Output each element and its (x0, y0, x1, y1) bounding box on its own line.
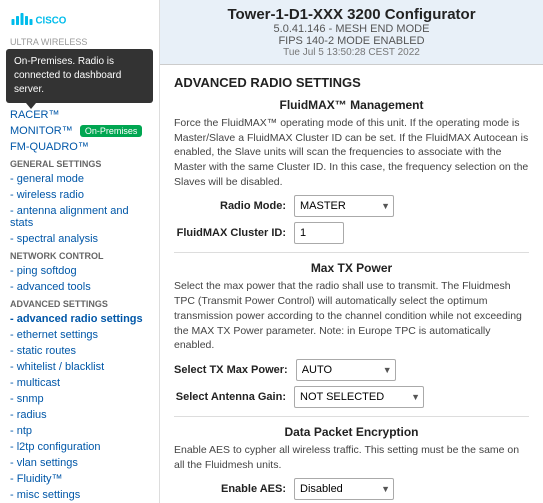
divider-1 (174, 252, 529, 253)
sidebar-item-quadro[interactable]: FM-QUADRO™ (0, 139, 159, 155)
sidebar-item-l2tp[interactable]: - l2tp configuration (0, 439, 159, 455)
sidebar-item-advanced-radio[interactable]: - advanced radio settings (0, 311, 159, 327)
ultra-label: ULTRA WIRELESS (0, 37, 159, 49)
sidebar-item-advanced-tools[interactable]: - advanced tools (0, 279, 159, 295)
svg-text:CISCO: CISCO (36, 16, 67, 27)
sidebar-item-antenna[interactable]: - antenna alignment and stats (0, 203, 159, 231)
content-area: ADVANCED RADIO SETTINGS FluidMAX™ Manage… (160, 65, 543, 503)
select-tx-wrapper[interactable]: AUTO 10 dBm 15 dBm 20 dBm ▼ (296, 359, 396, 381)
aes-select[interactable]: Disabled Enabled (294, 478, 394, 500)
tooltip-box: On-Premises. Radio is connected to dashb… (6, 49, 153, 103)
header-date: Tue Jul 5 13:50:28 CEST 2022 (172, 47, 531, 58)
sidebar-item-static[interactable]: - static routes (0, 343, 159, 359)
sidebar-item-wireless-radio[interactable]: - wireless radio (0, 187, 159, 203)
antenna-gain-select[interactable]: NOT SELECTED 5 dBi 9 dBi (294, 386, 424, 408)
tx-power-description: Select the max power that the radio shal… (174, 279, 529, 352)
sidebar-item-fluidity[interactable]: - Fluidity™ (0, 471, 159, 487)
sidebar-item-whitelist[interactable]: - whitelist / blacklist (0, 359, 159, 375)
select-tx-select[interactable]: AUTO 10 dBm 15 dBm 20 dBm (296, 359, 396, 381)
aes-row: Enable AES: Disabled Enabled ▼ (174, 478, 529, 500)
select-tx-row: Select TX Max Power: AUTO 10 dBm 15 dBm … (174, 359, 529, 381)
sidebar-item-misc[interactable]: - misc settings (0, 487, 159, 503)
sidebar-item-ethernet[interactable]: - ethernet settings (0, 327, 159, 343)
sidebar-nav: RACER™ MONITOR™ On-Premises FM-QUADRO™ (0, 107, 159, 155)
sidebar-item-ntp[interactable]: - ntp (0, 423, 159, 439)
header-title: Tower-1-D1-XXX 3200 Configurator (172, 6, 531, 23)
sidebar-item-snmp[interactable]: - snmp (0, 391, 159, 407)
sidebar-item-racer[interactable]: RACER™ (0, 107, 159, 123)
encryption-title: Data Packet Encryption (174, 425, 529, 439)
sidebar-item-general-mode[interactable]: - general mode (0, 171, 159, 187)
sidebar-item-monitor[interactable]: MONITOR™ On-Premises (0, 123, 159, 139)
sidebar-item-multicast[interactable]: - multicast (0, 375, 159, 391)
cisco-logo: CISCO (0, 0, 159, 37)
sidebar-item-vlan[interactable]: - vlan settings (0, 455, 159, 471)
radio-mode-select[interactable]: MASTER SLAVE AUTO (294, 195, 394, 217)
radio-mode-label: Radio Mode: (174, 200, 294, 212)
divider-2 (174, 416, 529, 417)
encryption-description: Enable AES to cypher all wireless traffi… (174, 443, 529, 472)
fluidmax-description: Force the FluidMAX™ operating mode of th… (174, 116, 529, 189)
sidebar-item-ping[interactable]: - ping softdog (0, 263, 159, 279)
sidebar-item-radius[interactable]: - radius (0, 407, 159, 423)
tx-power-title: Max TX Power (174, 261, 529, 275)
antenna-gain-wrapper[interactable]: NOT SELECTED 5 dBi 9 dBi ▼ (294, 386, 424, 408)
select-tx-label: Select TX Max Power: (174, 364, 296, 376)
cluster-id-input[interactable] (294, 222, 344, 244)
fluidmax-title: FluidMAX™ Management (174, 98, 529, 112)
antenna-gain-label: Select Antenna Gain: (174, 391, 294, 403)
cluster-id-row: FluidMAX Cluster ID: (174, 222, 529, 244)
aes-label: Enable AES: (174, 483, 294, 495)
aes-select-wrapper[interactable]: Disabled Enabled ▼ (294, 478, 394, 500)
network-control-label: NETWORK CONTROL (0, 247, 159, 263)
header-version: 5.0.41.146 - MESH END MODE (172, 23, 531, 35)
sidebar: CISCO ULTRA WIRELESS On-Premises. Radio … (0, 0, 160, 503)
section-title: ADVANCED RADIO SETTINGS (174, 75, 529, 90)
header-fips: FIPS 140-2 MODE ENABLED (172, 35, 531, 47)
radio-mode-row: Radio Mode: MASTER SLAVE AUTO ▼ (174, 195, 529, 217)
radio-mode-select-wrapper[interactable]: MASTER SLAVE AUTO ▼ (294, 195, 394, 217)
sidebar-item-spectral[interactable]: - spectral analysis (0, 231, 159, 247)
cluster-id-label: FluidMAX Cluster ID: (174, 227, 294, 239)
on-premises-badge: On-Premises (80, 125, 143, 137)
general-settings-label: GENERAL SETTINGS (0, 155, 159, 171)
antenna-gain-row: Select Antenna Gain: NOT SELECTED 5 dBi … (174, 386, 529, 408)
main-content: Tower-1-D1-XXX 3200 Configurator 5.0.41.… (160, 0, 543, 503)
header: Tower-1-D1-XXX 3200 Configurator 5.0.41.… (160, 0, 543, 65)
advanced-settings-label: ADVANCED SETTINGS (0, 295, 159, 311)
